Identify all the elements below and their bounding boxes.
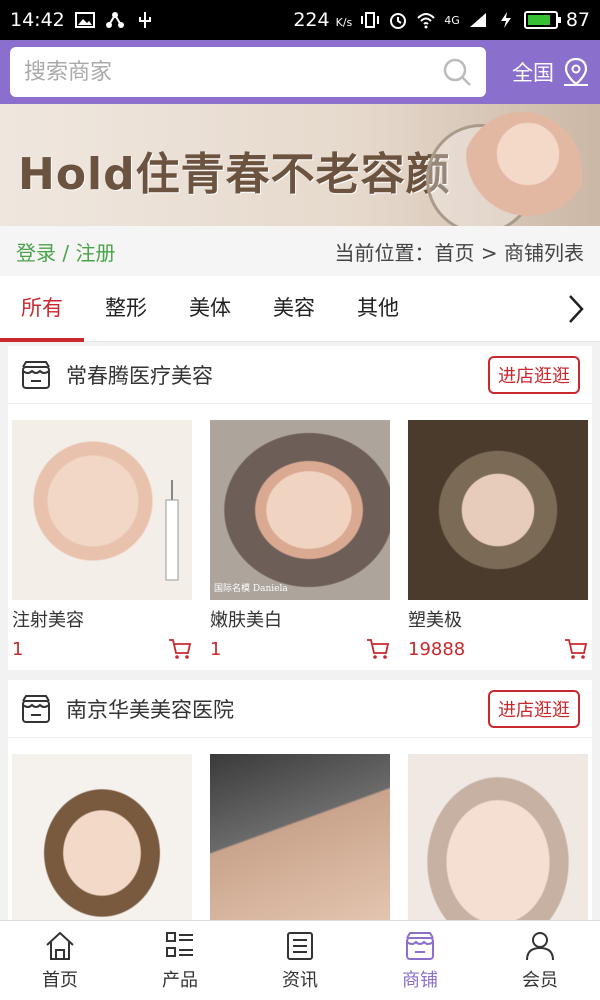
product-image[interactable] <box>210 754 390 920</box>
shop-name[interactable]: 常春腾医疗美容 <box>66 360 213 390</box>
tabbar-products-label: 产品 <box>162 969 198 991</box>
tabbar-member-label: 会员 <box>522 969 558 991</box>
search-input[interactable] <box>24 59 442 85</box>
tabbar-news-label: 资讯 <box>282 969 318 991</box>
cart-icon[interactable] <box>366 638 390 660</box>
usb-icon <box>138 12 151 28</box>
shop-header: 南京华美美容医院 进店逛逛 <box>8 680 592 738</box>
tabs-next-button[interactable] <box>552 276 600 342</box>
product-card[interactable]: 塑美极 19888 <box>408 420 588 660</box>
product-name: 塑美极 <box>408 610 462 631</box>
product-row: 注射美容 1 国际名模 Daniela 嫩肤美白 1 塑美极 19888 <box>8 404 592 670</box>
breadcrumb: 当前位置：首页 > 商铺列表 <box>334 240 584 265</box>
tabbar-shops[interactable]: 商铺 <box>360 921 480 1000</box>
tab-all[interactable]: 所有 <box>0 276 84 342</box>
enter-shop-button[interactable]: 进店逛逛 <box>488 355 580 394</box>
network-speed: 224 K/s <box>293 9 353 31</box>
cart-icon[interactable] <box>564 638 588 660</box>
tab-body[interactable]: 美体 <box>168 276 252 342</box>
product-price: 1 <box>12 638 24 660</box>
home-icon <box>46 931 74 960</box>
shop-icon <box>22 694 50 723</box>
region-label: 全国 <box>512 61 554 85</box>
product-name: 嫩肤美白 <box>210 610 282 631</box>
enter-shop-button[interactable]: 进店逛逛 <box>488 689 580 728</box>
product-row <box>8 738 592 920</box>
shop-icon <box>22 360 50 389</box>
product-card[interactable]: 注射美容 1 <box>12 420 192 660</box>
share-icon <box>105 12 124 28</box>
tabbar-member[interactable]: 会员 <box>480 921 600 1000</box>
tabbar-news[interactable]: 资讯 <box>240 921 360 1000</box>
promo-banner[interactable]: Hold住青春不老容颜 <box>0 104 600 226</box>
banner-model-image <box>462 112 582 226</box>
news-icon <box>287 931 313 960</box>
status-bar: 14:42 224 K/s 4G 87 <box>0 0 600 40</box>
charging-icon <box>500 12 511 28</box>
shop-card: 南京华美美容医院 进店逛逛 <box>8 680 592 920</box>
shop-icon <box>406 931 434 960</box>
tabbar-shops-label: 商铺 <box>402 969 438 991</box>
category-tabs: 所有 整形 美体 美容 其他 <box>0 276 600 342</box>
tab-plastic-surgery[interactable]: 整形 <box>84 276 168 342</box>
syringe-graphic <box>165 480 179 581</box>
status-time: 14:42 <box>10 9 65 31</box>
product-card[interactable] <box>210 754 390 920</box>
location-bar: 登录 / 注册 当前位置：首页 > 商铺列表 <box>0 226 600 276</box>
search-bar: 全国 <box>0 40 600 104</box>
product-name: 注射美容 <box>12 610 84 631</box>
user-icon <box>526 931 554 960</box>
region-selector[interactable]: 全国 <box>512 57 590 87</box>
product-card[interactable]: 国际名模 Daniela 嫩肤美白 1 <box>210 420 390 660</box>
image-watermark: 国际名模 Daniela <box>214 584 288 594</box>
alarm-icon <box>390 13 407 29</box>
product-image[interactable] <box>12 420 192 600</box>
shop-header: 常春腾医疗美容 进店逛逛 <box>8 346 592 404</box>
vibrate-icon <box>361 12 380 28</box>
shop-list: 常春腾医疗美容 进店逛逛 注射美容 1 国际名模 Daniela 嫩肤美白 1 … <box>0 346 600 920</box>
tabbar-home[interactable]: 首页 <box>0 921 120 1000</box>
product-image[interactable] <box>408 754 588 920</box>
login-register-link[interactable]: 登录 / 注册 <box>16 237 115 266</box>
network-type: 4G <box>444 13 460 27</box>
bottom-tab-bar: 首页 产品 资讯 商铺 会员 <box>0 920 600 1000</box>
location-pin-icon <box>564 57 588 86</box>
cart-icon[interactable] <box>168 638 192 660</box>
wifi-icon <box>417 13 435 29</box>
banner-slogan: Hold住青春不老容颜 <box>18 149 451 200</box>
product-image[interactable] <box>12 754 192 920</box>
product-price: 1 <box>210 638 222 660</box>
tabbar-home-label: 首页 <box>42 969 78 991</box>
tab-beauty[interactable]: 美容 <box>252 276 336 342</box>
battery-icon <box>523 11 561 29</box>
image-icon <box>74 12 95 28</box>
tabbar-products[interactable]: 产品 <box>120 921 240 1000</box>
product-card[interactable] <box>408 754 588 920</box>
chevron-right-icon <box>569 294 584 323</box>
signal-icon <box>469 13 486 27</box>
tab-other[interactable]: 其他 <box>336 276 420 342</box>
product-image[interactable]: 国际名模 Daniela <box>210 420 390 600</box>
product-card[interactable] <box>12 754 192 920</box>
shop-card: 常春腾医疗美容 进店逛逛 注射美容 1 国际名模 Daniela 嫩肤美白 1 … <box>8 346 592 670</box>
shop-name[interactable]: 南京华美美容医院 <box>66 694 234 724</box>
product-price: 19888 <box>408 638 466 660</box>
product-image[interactable] <box>408 420 588 600</box>
list-icon <box>166 931 193 957</box>
battery-level: 87 <box>565 9 590 31</box>
search-box[interactable] <box>10 47 486 97</box>
search-icon[interactable] <box>442 57 472 87</box>
